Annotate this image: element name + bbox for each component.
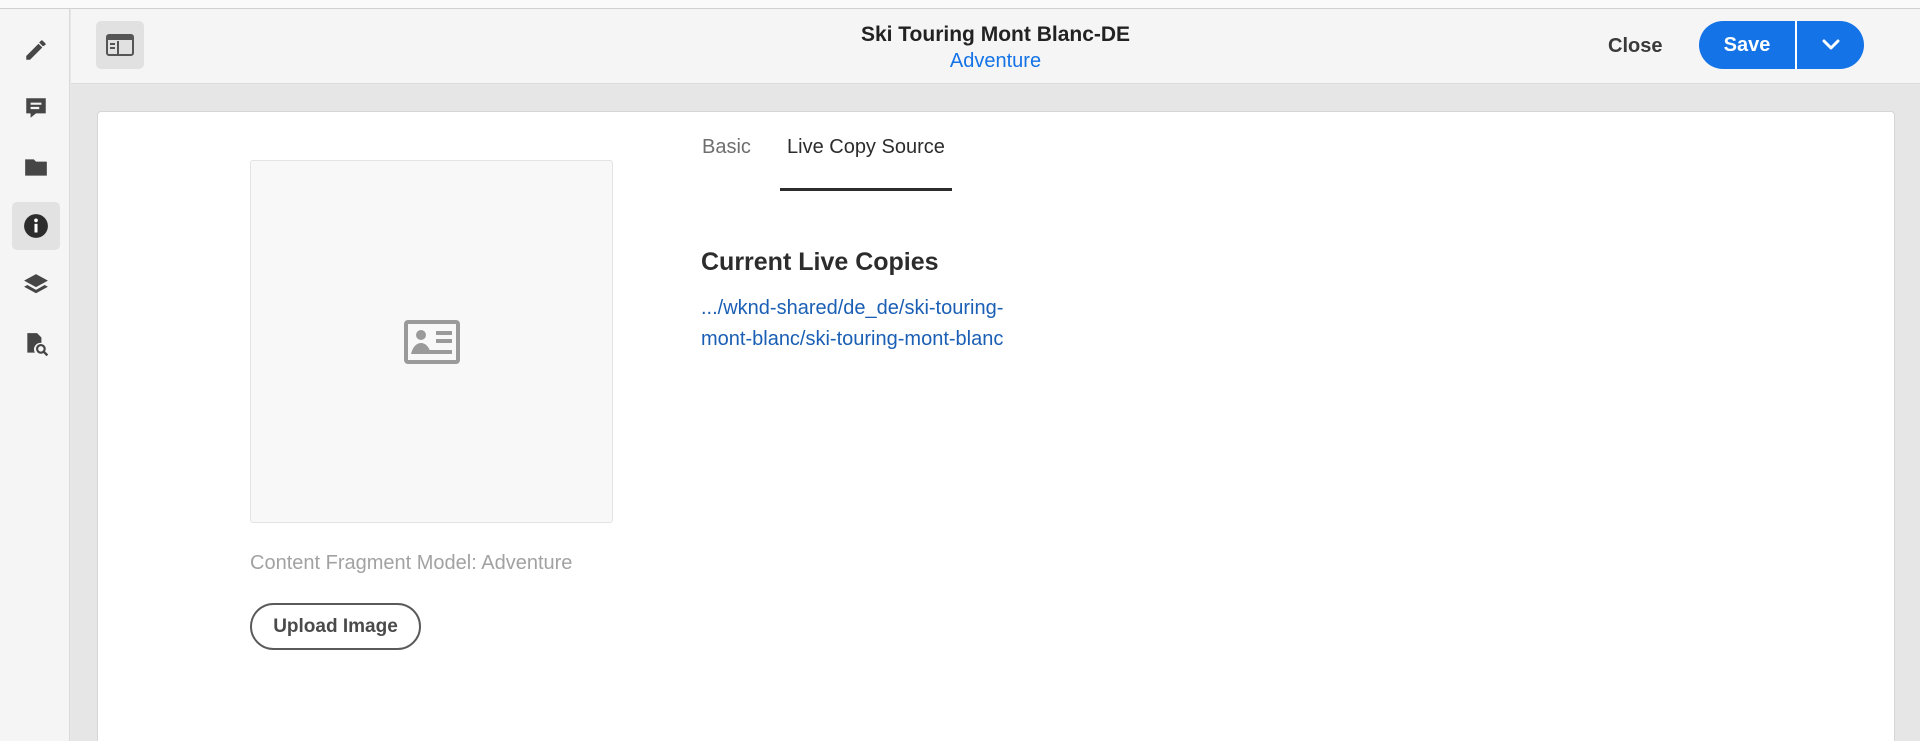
content-fragment-editor: Ski Touring Mont Blanc-DE Adventure Clos… bbox=[0, 0, 1920, 741]
upload-image-button[interactable]: Upload Image bbox=[250, 603, 421, 650]
fragment-model-link[interactable]: Adventure bbox=[950, 48, 1041, 74]
left-rail bbox=[0, 9, 70, 741]
save-button-group: Save bbox=[1699, 21, 1864, 69]
save-options-button[interactable] bbox=[1795, 21, 1864, 69]
pencil-icon bbox=[26, 40, 46, 60]
fragment-model-label: Content Fragment Model: Adventure bbox=[250, 552, 573, 574]
rail-references-button[interactable] bbox=[12, 320, 60, 368]
info-icon bbox=[24, 214, 48, 238]
tab-live-copy-source[interactable]: Live Copy Source bbox=[780, 132, 952, 191]
side-panel-icon bbox=[106, 34, 134, 56]
rail-annotations-button[interactable] bbox=[12, 84, 60, 132]
properties-card: Content Fragment Model: Adventure Upload… bbox=[97, 111, 1895, 741]
current-live-copies-heading: Current Live Copies bbox=[701, 248, 939, 276]
save-button[interactable]: Save bbox=[1699, 21, 1795, 69]
close-button[interactable]: Close bbox=[1598, 29, 1672, 63]
rail-properties-button[interactable] bbox=[12, 202, 60, 250]
window-top-bar bbox=[0, 0, 1920, 9]
live-copy-link[interactable]: .../wknd-shared/de_de/ski-touring-mont-b… bbox=[701, 293, 1041, 355]
comment-icon bbox=[26, 98, 46, 118]
folder-icon bbox=[25, 159, 47, 176]
fragment-thumbnail bbox=[250, 160, 613, 523]
search-document-icon bbox=[27, 333, 49, 357]
image-placeholder-icon bbox=[403, 319, 460, 364]
toggle-side-panel-button[interactable] bbox=[96, 21, 144, 69]
tab-basic[interactable]: Basic bbox=[702, 132, 751, 182]
layers-icon bbox=[24, 274, 48, 294]
editor-header: Ski Touring Mont Blanc-DE Adventure Clos… bbox=[71, 9, 1920, 84]
rail-assets-button[interactable] bbox=[12, 143, 60, 191]
rail-edit-button[interactable] bbox=[12, 26, 60, 74]
rail-layers-button[interactable] bbox=[12, 261, 60, 309]
chevron-down-icon bbox=[1822, 39, 1839, 50]
